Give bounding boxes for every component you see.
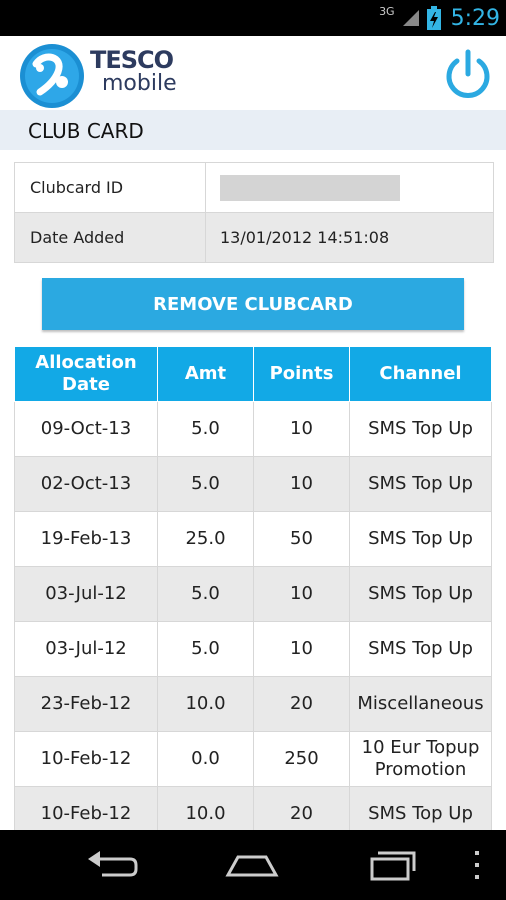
cell-points: 10: [253, 456, 350, 512]
table-header-row: Allocation Date Amt Points Channel: [14, 346, 492, 402]
cell-points: 250: [253, 731, 350, 787]
cell-channel: SMS Top Up: [349, 621, 492, 677]
clubcard-info-table: Clubcard ID Date Added 13/01/2012 14:51:…: [14, 162, 494, 263]
cell-channel: SMS Top Up: [349, 456, 492, 512]
cell-date: 02-Oct-13: [14, 456, 158, 512]
cell-date: 23-Feb-12: [14, 676, 158, 732]
cell-channel: 10 Eur Topup Promotion: [349, 731, 492, 787]
recent-apps-icon[interactable]: [364, 845, 424, 885]
clubcard-id-row: Clubcard ID: [15, 163, 493, 213]
brand-wordmark: TESCO mobile: [90, 48, 177, 96]
table-row: 19-Feb-13 25.0 50 SMS Top Up: [14, 511, 492, 567]
cell-date: 03-Jul-12: [14, 566, 158, 622]
tesco-mobile-logo: [20, 44, 84, 108]
table-row: 09-Oct-13 5.0 10 SMS Top Up: [14, 401, 492, 457]
cell-amt: 25.0: [157, 511, 254, 567]
allocation-table: Allocation Date Amt Points Channel 09-Oc…: [14, 346, 492, 842]
header-points: Points: [253, 346, 350, 402]
header-allocation-date: Allocation Date: [14, 346, 158, 402]
clubcard-id-redacted: [220, 174, 400, 201]
network-type: 3G: [379, 4, 395, 18]
cell-amt: 5.0: [157, 621, 254, 677]
clock: 5:29: [450, 5, 500, 31]
cell-points: 50: [253, 511, 350, 567]
status-bar: 3G 5:29: [0, 0, 506, 36]
cell-amt: 5.0: [157, 456, 254, 512]
cell-points: 10: [253, 401, 350, 457]
cell-amt: 10.0: [157, 676, 254, 732]
header-amt: Amt: [157, 346, 254, 402]
cell-points: 10: [253, 621, 350, 677]
app-header: TESCO mobile: [0, 36, 506, 110]
page-title: CLUB CARD: [28, 119, 144, 143]
status-icons: 3G 5:29: [379, 0, 500, 36]
power-icon[interactable]: [440, 46, 496, 102]
cell-date: 09-Oct-13: [14, 401, 158, 457]
date-added-row: Date Added 13/01/2012 14:51:08: [15, 213, 493, 262]
cell-channel: SMS Top Up: [349, 511, 492, 567]
cell-channel: SMS Top Up: [349, 401, 492, 457]
cell-amt: 5.0: [157, 401, 254, 457]
cell-channel: Miscellaneous: [349, 676, 492, 732]
table-row: 10-Feb-12 0.0 250 10 Eur Topup Promotion: [14, 731, 492, 787]
brand-bottom: mobile: [102, 71, 177, 96]
battery-charging-icon: [426, 6, 441, 30]
cell-date: 03-Jul-12: [14, 621, 158, 677]
back-icon[interactable]: [82, 845, 142, 885]
date-added-value: 13/01/2012 14:51:08: [220, 228, 390, 247]
navigation-bar: [0, 830, 506, 900]
signal-icon: [402, 10, 419, 26]
clubcard-id-label: Clubcard ID: [15, 163, 206, 212]
cell-points: 20: [253, 676, 350, 732]
cell-points: 10: [253, 566, 350, 622]
brand-top: TESCO: [90, 46, 174, 74]
header-channel: Channel: [349, 346, 492, 402]
cell-amt: 0.0: [157, 731, 254, 787]
home-icon[interactable]: [222, 845, 282, 885]
page-title-bar: CLUB CARD: [0, 110, 506, 150]
table-row: 03-Jul-12 5.0 10 SMS Top Up: [14, 566, 492, 622]
table-row: 02-Oct-13 5.0 10 SMS Top Up: [14, 456, 492, 512]
cell-date: 10-Feb-12: [14, 731, 158, 787]
clubcard-id-value: [206, 163, 493, 212]
cell-amt: 5.0: [157, 566, 254, 622]
table-row: 23-Feb-12 10.0 20 Miscellaneous: [14, 676, 492, 732]
date-added-label: Date Added: [15, 213, 206, 262]
cell-channel: SMS Top Up: [349, 566, 492, 622]
cell-date: 19-Feb-13: [14, 511, 158, 567]
overflow-menu-icon[interactable]: [462, 845, 492, 885]
table-row: 03-Jul-12 5.0 10 SMS Top Up: [14, 621, 492, 677]
remove-clubcard-button[interactable]: REMOVE CLUBCARD: [42, 278, 464, 330]
